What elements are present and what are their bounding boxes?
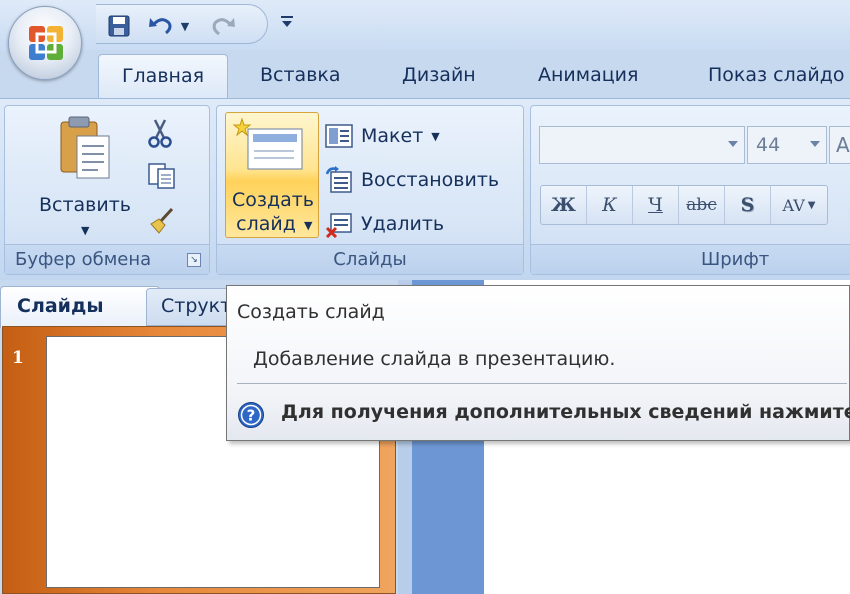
layout-icon — [325, 122, 353, 150]
clipboard-group-label: Буфер обмена — [5, 244, 209, 274]
delete-slide-label: Удалить — [361, 213, 445, 235]
delete-slide-button[interactable]: Удалить — [325, 208, 444, 240]
font-size-value: 44 — [756, 134, 781, 156]
slide-number: 1 — [12, 348, 24, 368]
slides-group: Создать слайд ▼ Макет ▼ Восстановить Уда… — [216, 105, 524, 275]
tooltip-title: Создать слайд — [237, 301, 385, 323]
paste-dropdown-icon[interactable]: ▼ — [81, 224, 89, 237]
tab-animation[interactable]: Анимация — [538, 64, 638, 96]
paste-icon[interactable] — [57, 114, 113, 186]
ribbon-tabs: Главная Вставка Дизайн Анимация Показ сл… — [0, 50, 850, 102]
tab-design[interactable]: Дизайн — [402, 64, 476, 96]
new-slide-button[interactable]: Создать слайд ▼ — [225, 112, 319, 238]
tooltip-description: Добавление слайда в презентацию. — [253, 348, 616, 370]
bold-button[interactable]: Ж — [541, 186, 587, 224]
new-slide-dropdown-icon[interactable]: ▼ — [304, 219, 312, 232]
tab-slideshow[interactable]: Показ слайдо — [708, 64, 845, 96]
format-painter-icon[interactable] — [147, 206, 177, 236]
clipboard-launcher-icon[interactable]: ↘ — [187, 253, 201, 267]
font-size-combo[interactable]: 44 — [747, 126, 827, 164]
undo-dropdown-icon[interactable]: ▼ — [178, 13, 192, 39]
char-spacing-button[interactable]: AV ▼ — [771, 186, 827, 224]
char-spacing-dropdown-icon: ▼ — [807, 199, 816, 211]
tab-slides-label: Слайды — [17, 295, 104, 317]
grow-font-icon: A — [836, 133, 850, 157]
tab-home[interactable]: Главная — [98, 54, 228, 102]
shadow-button[interactable]: S — [725, 186, 771, 224]
tab-insert[interactable]: Вставка — [260, 64, 341, 96]
underline-button[interactable]: Ч — [633, 186, 679, 224]
reset-button[interactable]: Восстановить — [325, 164, 499, 196]
customize-qat-icon[interactable] — [280, 12, 294, 32]
font-name-combo[interactable] — [539, 126, 745, 164]
clipboard-group-text: Буфер обмена — [15, 249, 152, 270]
new-slide-label-1: Создать — [231, 189, 315, 211]
tab-outline-label: Структ — [161, 295, 232, 317]
layout-label: Макет — [361, 125, 424, 147]
save-icon[interactable] — [106, 13, 132, 39]
font-size-dropdown-icon[interactable] — [810, 141, 820, 147]
tooltip-separator — [237, 383, 847, 384]
help-icon: ? — [238, 402, 264, 428]
italic-button[interactable]: К — [587, 186, 633, 224]
redo-icon[interactable] — [210, 13, 236, 39]
font-group-label: Шрифт — [531, 244, 850, 274]
ribbon: Вставить ▼ Буфер обмена ↘ Создать слайд … — [0, 98, 850, 280]
strikethrough-button[interactable]: abc — [679, 186, 725, 224]
font-format-toolbar: Ж К Ч abc S AV ▼ — [540, 185, 828, 225]
undo-icon[interactable] — [148, 13, 174, 39]
slides-group-label: Слайды — [217, 244, 523, 274]
new-slide-icon — [232, 117, 303, 170]
svg-text:?: ? — [247, 407, 256, 425]
copy-icon[interactable] — [147, 162, 177, 190]
reset-label: Восстановить — [361, 169, 500, 191]
paste-button-label[interactable]: Вставить — [35, 194, 135, 216]
office-logo-icon — [29, 26, 63, 60]
clipboard-group: Вставить ▼ Буфер обмена ↘ — [4, 105, 210, 275]
title-bar: ▼ — [0, 0, 850, 50]
quick-access-toolbar: ▼ — [96, 4, 268, 44]
new-slide-tooltip: Создать слайд Добавление слайда в презен… — [226, 285, 850, 441]
tooltip-help-text: Для получения дополнительных сведений на… — [281, 401, 850, 423]
font-name-dropdown-icon[interactable] — [728, 141, 738, 147]
office-button[interactable] — [8, 6, 82, 80]
char-spacing-label: AV — [782, 195, 805, 215]
layout-dropdown-icon: ▼ — [431, 129, 440, 143]
cut-icon[interactable] — [147, 118, 173, 148]
reset-icon — [325, 166, 353, 194]
grow-font-button[interactable]: A — [829, 126, 850, 164]
new-slide-label-2: слайд — [236, 213, 296, 235]
layout-button[interactable]: Макет ▼ — [325, 120, 440, 152]
delete-slide-icon — [325, 210, 353, 238]
tab-slides[interactable]: Слайды — [0, 286, 160, 328]
